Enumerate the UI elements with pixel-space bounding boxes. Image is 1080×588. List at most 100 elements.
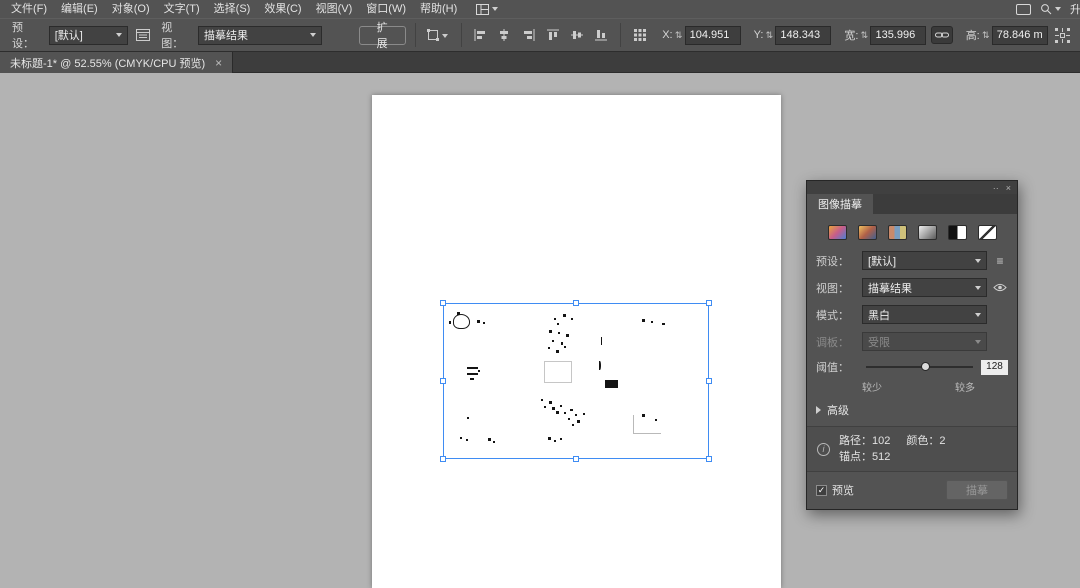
trace-preset-low-color-icon[interactable] — [887, 225, 907, 240]
panel-title: 图像描摹 — [818, 199, 862, 211]
height-stepper[interactable]: ⇅ — [982, 30, 990, 41]
threshold-slider-knob[interactable] — [920, 362, 930, 371]
menu-select[interactable]: 选择(S) — [207, 0, 258, 18]
preset-panel-icon[interactable] — [133, 25, 152, 45]
panel-view-dropdown[interactable]: 描摹结果 — [862, 278, 987, 297]
distribute-grid-icon[interactable] — [630, 25, 649, 45]
selected-traced-object[interactable] — [440, 300, 712, 462]
control-bar: 预设： [默认] 视图： 描摹结果 扩展 X: ⇅ 104.951 Y: ⇅ 1… — [0, 18, 1080, 52]
align-center-vertical-icon[interactable] — [568, 25, 587, 45]
threshold-max-label: 较多 — [955, 383, 975, 394]
align-bottom-icon[interactable] — [592, 25, 611, 45]
advanced-toggle[interactable]: 高级 — [816, 402, 1008, 418]
y-stepper[interactable]: ⇅ — [765, 30, 774, 41]
selection-handle-ne[interactable] — [706, 300, 712, 306]
y-label: Y: — [753, 29, 764, 41]
panel-collapse-icon[interactable]: ·· — [993, 183, 999, 193]
menu-type[interactable]: 文字(T) — [157, 0, 207, 18]
menu-window[interactable]: 窗口(W) — [359, 0, 413, 18]
x-label: X: — [662, 29, 673, 41]
align-center-horizontal-icon[interactable] — [495, 25, 514, 45]
menu-object[interactable]: 对象(O) — [105, 0, 157, 18]
selection-handle-e[interactable] — [706, 378, 712, 384]
expand-button[interactable]: 扩展 — [358, 22, 406, 50]
preset-label: 预设： — [12, 22, 34, 50]
trace-preset-outline-icon[interactable] — [977, 225, 997, 240]
trace-preset-black-white-icon[interactable] — [947, 225, 967, 240]
align-top-icon[interactable] — [543, 25, 562, 45]
selection-handle-w[interactable] — [440, 378, 446, 384]
panel-view-label: 视图： — [816, 282, 849, 295]
panel-mode-row: 模式： 黑白 — [816, 305, 1008, 324]
menu-help[interactable]: 帮助(H) — [413, 0, 464, 18]
height-input[interactable]: 78.846 m — [991, 25, 1048, 45]
menu-edit[interactable]: 编辑(E) — [54, 0, 105, 18]
preview-checkbox-group[interactable]: ✓ 预览 — [816, 482, 854, 498]
preview-checkbox[interactable]: ✓ — [816, 484, 827, 496]
chevron-down-icon — [116, 33, 123, 37]
anchors-label: 锚点： — [839, 451, 872, 463]
preset-dropdown[interactable]: [默认] — [48, 25, 129, 45]
selection-handle-s[interactable] — [573, 456, 579, 462]
panel-palette-label: 调板： — [816, 336, 849, 349]
canvas-area[interactable]: ·· × 图像描摹 预设： [默认] ≡ 视图： 描摹结果 模式： 黑白 调板：… — [0, 73, 1080, 588]
panel-title-bar[interactable]: ·· × — [807, 181, 1017, 194]
trace-info-section: i 路径：102 颜色：2 锚点：512 — [807, 426, 1017, 472]
disclosure-triangle-icon — [816, 406, 821, 414]
width-stepper[interactable]: ⇅ — [860, 30, 869, 41]
transform-options-icon[interactable] — [1053, 25, 1072, 45]
x-input[interactable]: 104.951 — [684, 25, 741, 45]
menu-view[interactable]: 视图(V) — [309, 0, 360, 18]
document-tab[interactable]: 未标题-1* @ 52.55% (CMYK/CPU 预览) × — [0, 52, 234, 73]
selection-handle-sw[interactable] — [440, 456, 446, 462]
x-stepper[interactable]: ⇅ — [675, 30, 683, 41]
preset-menu-icon[interactable]: ≡ — [991, 254, 1008, 268]
colors-value: 2 — [939, 435, 946, 447]
bounding-box-options-icon[interactable] — [425, 25, 452, 45]
gpu-performance-icon[interactable] — [1016, 3, 1031, 15]
chevron-down-icon — [975, 339, 981, 344]
tab-close-icon[interactable]: × — [215, 56, 222, 70]
width-label: 宽: — [844, 30, 859, 42]
chevron-down-icon — [492, 7, 499, 11]
height-label: 高: — [965, 30, 980, 42]
view-dropdown[interactable]: 描摹结果 — [198, 25, 322, 45]
preview-label: 预览 — [832, 485, 854, 497]
panel-preset-dropdown[interactable]: [默认] — [862, 251, 987, 270]
chevron-down-icon — [1055, 7, 1061, 11]
width-input[interactable]: 135.996 — [870, 25, 927, 45]
menu-effect[interactable]: 效果(C) — [257, 0, 308, 18]
panel-preset-value: [默认] — [868, 255, 897, 268]
trace-preset-auto-color-icon[interactable] — [827, 225, 847, 240]
chevron-down-icon — [975, 285, 981, 290]
threshold-label: 阈值： — [816, 362, 849, 374]
trace-preset-high-color-icon[interactable] — [857, 225, 877, 240]
preset-value: [默认] — [54, 30, 83, 42]
align-left-icon[interactable] — [471, 25, 490, 45]
menu-file[interactable]: 文件(F) — [4, 0, 54, 18]
threshold-slider[interactable] — [866, 362, 973, 371]
panel-view-row: 视图： 描摹结果 — [816, 278, 1008, 297]
threshold-value-input[interactable]: 128 — [981, 359, 1008, 375]
panel-body: 预设： [默认] ≡ 视图： 描摹结果 模式： 黑白 调板： 受限 阈值： 12… — [807, 214, 1017, 509]
workspace-switcher[interactable] — [476, 3, 499, 15]
search-control[interactable] — [1040, 3, 1061, 15]
selection-handle-se[interactable] — [706, 456, 712, 462]
constrain-proportions-toggle[interactable] — [931, 26, 953, 44]
eye-icon[interactable] — [991, 283, 1008, 292]
y-input[interactable]: 148.343 — [775, 25, 832, 45]
trace-button[interactable]: 描摹 — [946, 480, 1008, 500]
panel-close-icon[interactable]: × — [1006, 183, 1011, 193]
align-right-icon[interactable] — [519, 25, 538, 45]
workspace-icon — [476, 3, 490, 15]
selection-handle-n[interactable] — [573, 300, 579, 306]
selection-handle-nw[interactable] — [440, 300, 446, 306]
document-tab-strip: 未标题-1* @ 52.55% (CMYK/CPU 预览) × — [0, 52, 1080, 73]
anchors-value: 512 — [872, 451, 891, 463]
trace-preset-grayscale-icon[interactable] — [917, 225, 937, 240]
panel-palette-row: 调板： 受限 — [816, 332, 1008, 351]
panel-mode-dropdown[interactable]: 黑白 — [862, 305, 987, 324]
panel-footer: ✓ 预览 描摹 — [807, 472, 1017, 509]
document-title: 未标题-1* @ 52.55% (CMYK/CPU 预览) — [10, 57, 206, 70]
panel-tab-image-trace[interactable]: 图像描摹 — [807, 194, 873, 214]
